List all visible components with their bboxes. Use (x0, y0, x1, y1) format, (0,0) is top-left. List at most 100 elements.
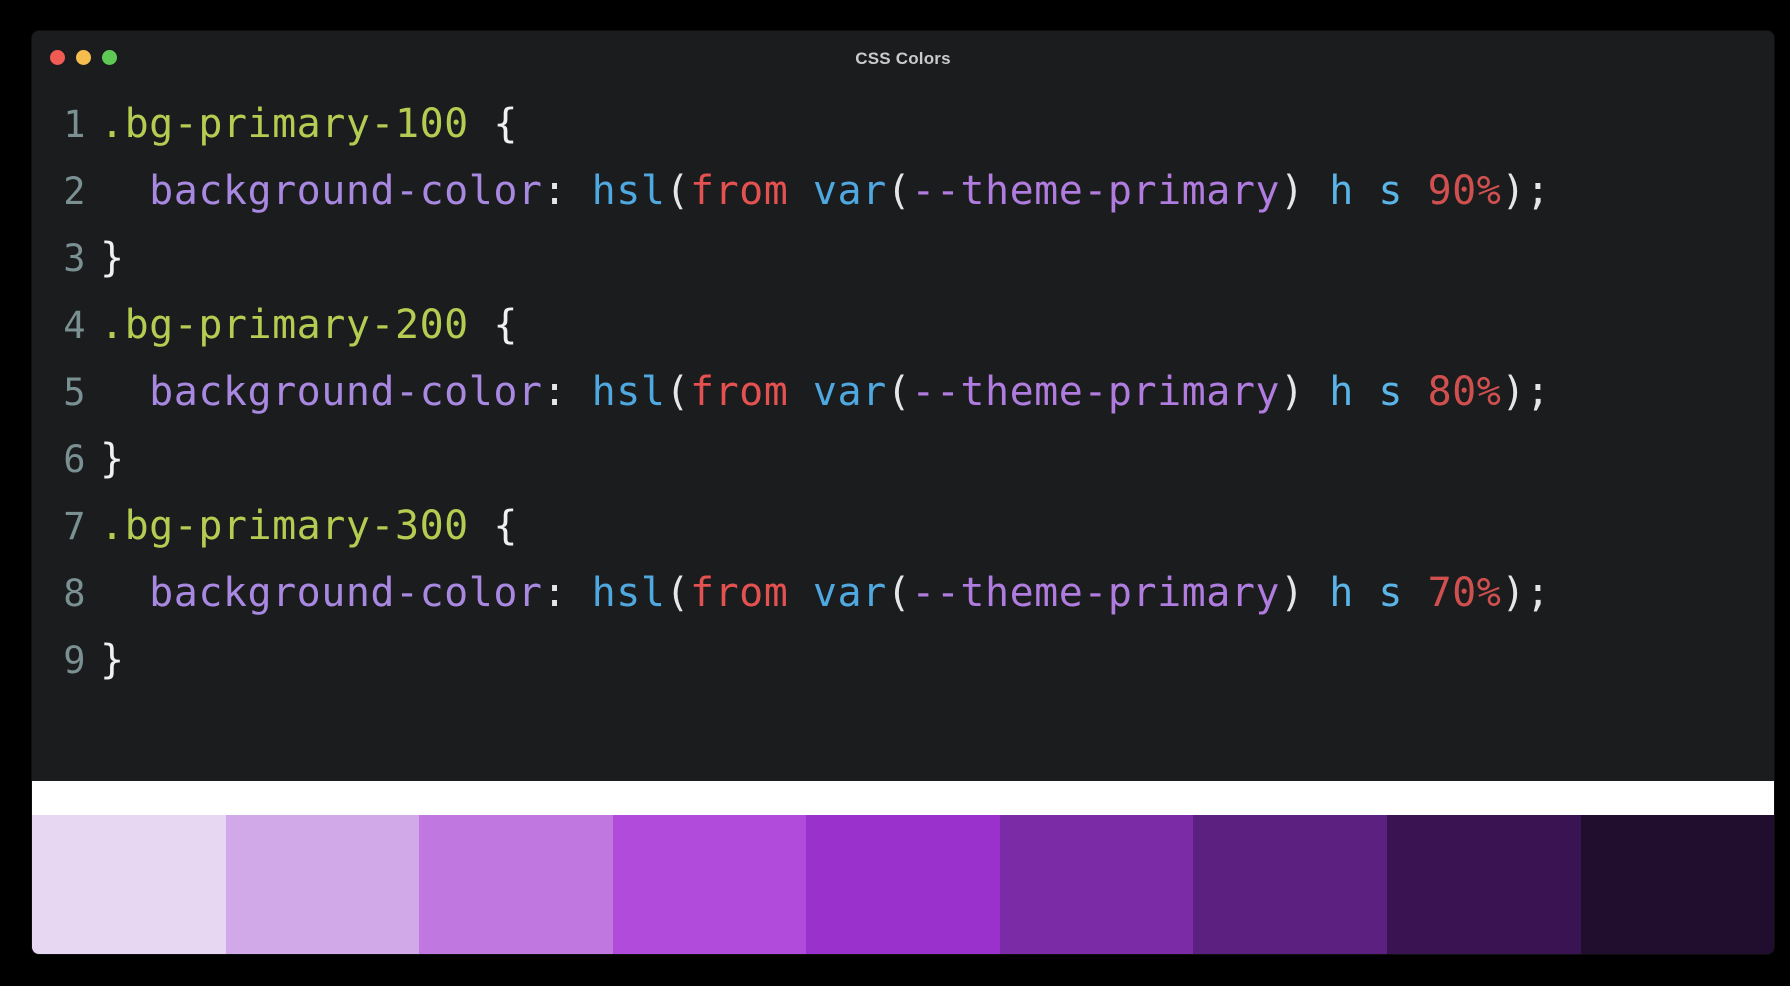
line-number: 7 (63, 505, 86, 548)
code-token-punct: ) (1280, 168, 1305, 214)
code-token-punct (1354, 570, 1379, 616)
code-token-punct (469, 101, 494, 147)
color-swatch-primary-500 (806, 815, 1000, 954)
code-token-punct (788, 168, 813, 214)
code-line-text: .bg-primary-300 { (86, 493, 1774, 560)
code-token-brace: } (100, 637, 125, 683)
code-token-punct: : (542, 168, 592, 214)
code-token-prop: background-color (149, 369, 543, 415)
code-token-punct (1403, 570, 1428, 616)
code-token-punct (100, 369, 149, 415)
code-token-num: 80% (1427, 369, 1502, 415)
code-token-punct (788, 369, 813, 415)
code-token-kw: from (690, 570, 789, 616)
code-token-fn: hsl (591, 369, 666, 415)
code-editor-content[interactable]: 1 .bg-primary-100 {2 background-color: hs… (32, 87, 1774, 781)
code-line[interactable]: 7 .bg-primary-300 { (32, 493, 1774, 560)
code-token-punct: ); (1501, 369, 1551, 415)
line-number: 9 (63, 639, 86, 682)
code-token-fn: var (812, 369, 887, 415)
code-line-text: .bg-primary-100 { (86, 91, 1774, 158)
code-line[interactable]: 4 .bg-primary-200 { (32, 292, 1774, 359)
window-controls (50, 50, 117, 65)
code-token-punct (1354, 168, 1379, 214)
panel-separator (32, 781, 1774, 815)
window-title: CSS Colors (855, 49, 951, 68)
code-token-punct: : (542, 570, 592, 616)
color-swatch-primary-900 (1580, 815, 1774, 954)
code-token-fn: hsl (591, 168, 666, 214)
code-line[interactable]: 3} (32, 225, 1774, 292)
color-swatch-primary-700 (1193, 815, 1387, 954)
code-line[interactable]: 5 background-color: hsl(from var(--theme… (32, 359, 1774, 426)
minimize-window-button[interactable] (76, 50, 91, 65)
code-token-brace: { (493, 302, 518, 348)
code-token-punct: ); (1501, 168, 1551, 214)
code-token-kw: from (690, 369, 789, 415)
code-line-text: background-color: hsl(from var(--theme-p… (86, 560, 1774, 627)
line-number: 4 (63, 304, 86, 347)
code-token-punct: ( (886, 570, 912, 616)
color-swatch-primary-600 (999, 815, 1194, 954)
code-token-punct: ( (886, 168, 912, 214)
code-token-punct: ( (665, 369, 690, 415)
code-line[interactable]: 2 background-color: hsl(from var(--theme… (32, 158, 1774, 225)
color-swatch-primary-300 (419, 815, 613, 954)
code-token-punct: ( (665, 570, 690, 616)
code-token-brace: } (100, 436, 125, 482)
code-token-punct (469, 503, 494, 549)
color-swatch-primary-400 (612, 815, 807, 954)
code-token-kw: from (690, 168, 789, 214)
zoom-window-button[interactable] (102, 50, 117, 65)
code-token-var: --theme-primary (911, 570, 1280, 616)
code-token-punct (1403, 168, 1428, 214)
app-root: CSS Colors 1 .bg-primary-100 {2 backgroun… (0, 0, 1790, 986)
code-token-prop: background-color (149, 168, 543, 214)
code-token-punct (788, 570, 813, 616)
window-titlebar[interactable]: CSS Colors (32, 31, 1774, 87)
code-token-fn: var (812, 570, 887, 616)
code-token-punct: ) (1280, 369, 1305, 415)
code-line-text: .bg-primary-200 { (86, 292, 1774, 359)
code-token-punct: ); (1501, 570, 1551, 616)
code-token-punct: ( (665, 168, 690, 214)
code-token-selector: .bg-primary-100 (100, 101, 469, 147)
line-number: 2 (63, 170, 86, 213)
code-token-num: 90% (1427, 168, 1502, 214)
code-token-chan: s (1378, 570, 1403, 616)
color-palette-strip (32, 815, 1774, 954)
code-line-text: background-color: hsl(from var(--theme-p… (86, 158, 1774, 225)
color-swatch-primary-100 (32, 815, 226, 954)
code-token-punct (1305, 168, 1330, 214)
code-token-chan: s (1378, 168, 1403, 214)
code-line-text: } (86, 627, 1774, 694)
code-line-text: } (86, 225, 1774, 292)
color-swatch-primary-800 (1386, 815, 1581, 954)
close-window-button[interactable] (50, 50, 65, 65)
line-number: 3 (63, 237, 86, 280)
code-line[interactable]: 9} (32, 627, 1774, 694)
code-token-punct (1305, 570, 1330, 616)
code-token-chan: h (1329, 369, 1354, 415)
code-token-chan: s (1378, 369, 1403, 415)
code-token-num: 70% (1427, 570, 1502, 616)
code-token-var: --theme-primary (911, 369, 1280, 415)
code-token-selector: .bg-primary-200 (100, 302, 469, 348)
color-swatch-primary-200 (225, 815, 420, 954)
line-number: 5 (63, 371, 86, 414)
code-line-text: background-color: hsl(from var(--theme-p… (86, 359, 1774, 426)
code-token-fn: var (812, 168, 887, 214)
line-number: 1 (63, 103, 86, 146)
code-line[interactable]: 1 .bg-primary-100 { (32, 91, 1774, 158)
code-line[interactable]: 8 background-color: hsl(from var(--theme… (32, 560, 1774, 627)
code-token-punct (1354, 369, 1379, 415)
code-token-brace: { (493, 503, 518, 549)
code-token-punct (1305, 369, 1330, 415)
code-line-text: } (86, 426, 1774, 493)
code-token-prop: background-color (149, 570, 543, 616)
code-token-punct (469, 302, 494, 348)
code-token-punct (100, 570, 149, 616)
code-line[interactable]: 6} (32, 426, 1774, 493)
code-token-chan: h (1329, 570, 1354, 616)
code-token-brace: { (493, 101, 518, 147)
